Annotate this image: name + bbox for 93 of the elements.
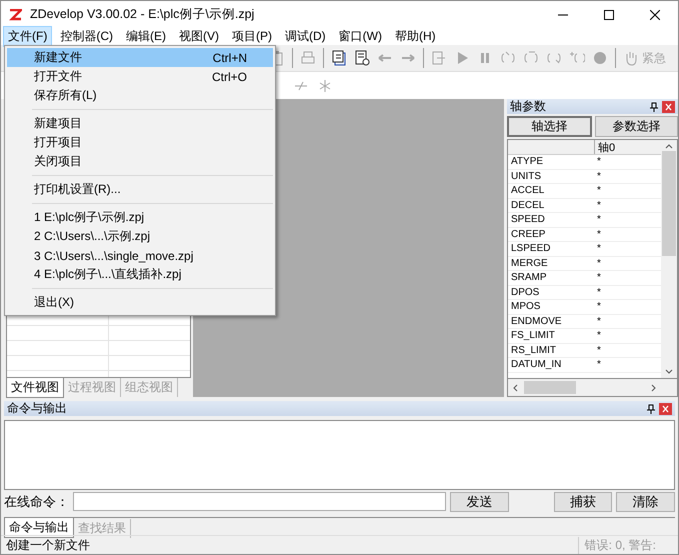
parameter-value: * xyxy=(596,228,601,240)
pin-icon[interactable] xyxy=(650,102,658,112)
parameter-name: DATUM_IN xyxy=(510,359,562,370)
menu-item[interactable]: 新建文件 Ctrl+N xyxy=(7,48,273,67)
menu-item-label: 退出(X) xyxy=(34,294,75,311)
menu-item-label: 打印机设置(R)... xyxy=(34,181,122,198)
menu-item[interactable]: 4 E:\plc例子\...\直线插补.zpj xyxy=(7,265,273,284)
parameter-name: LSPEED xyxy=(510,243,552,254)
parameter-value: * xyxy=(596,243,601,254)
parameter-name: FS_LIMIT xyxy=(510,330,556,342)
maximize-icon xyxy=(604,10,614,20)
menu-item[interactable]: 窗口(W) xyxy=(334,26,387,47)
parameter-value: * xyxy=(596,272,601,284)
parameter-name: SPEED xyxy=(510,214,546,226)
panel-title: 轴参数 xyxy=(510,98,547,115)
menu-item-label: 打开项目 xyxy=(34,134,83,151)
output-tab[interactable]: 命令与输出 xyxy=(4,518,74,538)
scroll-up-icon[interactable] xyxy=(665,143,673,149)
menu-item[interactable]: 新建项目 xyxy=(7,114,273,133)
menu-item-label: 关闭项目 xyxy=(34,153,83,170)
menu-item-label: 1 E:\plc例子\示例.zpj xyxy=(34,209,146,226)
menu-item[interactable]: 退出(X) xyxy=(7,293,273,312)
window-title: ZDevelop V3.00.02 - E:\plc例子\示例.zpj xyxy=(30,6,256,23)
parameter-name: ATYPE xyxy=(510,156,544,168)
clear-button[interactable]: 清除 xyxy=(616,492,675,512)
parameter-value: * xyxy=(596,301,601,312)
axis-select-button[interactable]: 轴选择 xyxy=(507,116,592,137)
menu-item-label: 新建项目 xyxy=(34,115,83,132)
parameter-name: UNITS xyxy=(510,170,542,182)
command-label: 在线命令： xyxy=(4,492,69,510)
close-icon[interactable] xyxy=(662,100,675,112)
close-icon xyxy=(650,10,660,20)
parameter-name: MERGE xyxy=(510,258,549,269)
menu-item-label: 保存所有(L) xyxy=(34,87,98,104)
parameter-name: CREEP xyxy=(510,228,546,240)
menu-item[interactable]: 打开文件 Ctrl+O xyxy=(7,67,273,86)
status-message: 创建一个新文件 xyxy=(6,536,91,554)
vertical-scrollbar[interactable] xyxy=(661,140,677,378)
menu-item[interactable]: 项目(P) xyxy=(227,26,277,47)
parameter-value: * xyxy=(596,359,601,370)
menu-item-label: 新建文件 xyxy=(34,49,83,66)
parameter-value: * xyxy=(596,330,601,342)
close-icon[interactable] xyxy=(659,402,672,414)
doc-gear-icon[interactable] xyxy=(354,50,370,66)
menu-item[interactable]: 文件(F) xyxy=(3,26,52,47)
menu-item[interactable]: 打开项目 xyxy=(7,133,273,152)
parameter-name: SRAMP xyxy=(510,272,548,284)
scroll-left-icon[interactable] xyxy=(512,384,518,392)
parameter-value: * xyxy=(596,214,601,226)
scroll-right-icon[interactable] xyxy=(651,384,657,392)
axis-select-button[interactable]: 参数选择 xyxy=(595,116,678,137)
parameter-name: DECEL xyxy=(510,200,546,211)
shortcut-label: Ctrl+O xyxy=(212,70,247,84)
menu-item[interactable]: 2 C:\Users\...\示例.zpj xyxy=(7,227,273,246)
error-count: 错误: 0, 警告: xyxy=(578,536,678,554)
horizontal-scrollbar[interactable] xyxy=(507,379,678,397)
parameter-value: * xyxy=(596,156,601,168)
menu-item-label: 3 C:\Users\...\single_move.zpj xyxy=(34,248,194,262)
menu-item-label: 4 E:\plc例子\...\直线插补.zpj xyxy=(34,266,182,283)
view-tab[interactable]: 文件视图 xyxy=(6,378,64,398)
parameter-name: ENDMOVE xyxy=(510,316,563,327)
table-header: 轴0 xyxy=(595,140,661,154)
parameter-value: * xyxy=(596,185,601,196)
menu-item-label: 打开文件 xyxy=(34,68,83,85)
send-button[interactable]: 发送 xyxy=(450,492,509,512)
capture-button[interactable]: 捕获 xyxy=(554,492,612,512)
menu-item[interactable]: 帮助(H) xyxy=(390,26,441,47)
command-field[interactable] xyxy=(73,492,446,511)
menu-item-label: 2 C:\Users\...\示例.zpj xyxy=(34,228,152,245)
menu-item[interactable]: 保存所有(L) xyxy=(7,86,273,105)
menu-item[interactable]: 控制器(C) xyxy=(55,26,118,47)
menu-item[interactable]: 编辑(E) xyxy=(121,26,171,47)
parameter-value: * xyxy=(596,170,601,182)
menu-item[interactable]: 关闭项目 xyxy=(7,152,273,171)
logo-icon xyxy=(9,8,22,20)
menu-item[interactable]: 调试(D) xyxy=(280,26,331,47)
pin-icon[interactable] xyxy=(647,404,655,414)
parameter-value: * xyxy=(596,258,601,269)
scroll-down-icon[interactable] xyxy=(665,369,673,375)
menu-item[interactable]: 打印机设置(R)... xyxy=(7,180,273,199)
menu-item[interactable]: 1 E:\plc例子\示例.zpj xyxy=(7,208,273,227)
shortcut-label: Ctrl+N xyxy=(212,50,247,64)
parameter-value: * xyxy=(596,316,601,327)
menu-item[interactable]: 3 C:\Users\...\single_move.zpj xyxy=(7,246,273,265)
parameter-name: RS_LIMIT xyxy=(510,344,558,356)
parameter-value: * xyxy=(596,344,601,356)
menu-item[interactable]: 视图(V) xyxy=(174,26,224,47)
parameter-value: * xyxy=(596,200,601,211)
parameter-name: MPOS xyxy=(510,301,542,312)
parameter-name: ACCEL xyxy=(510,185,546,196)
parameter-value: * xyxy=(596,286,601,298)
parameter-name: DPOS xyxy=(510,286,540,298)
panel-title: 命令与输出 xyxy=(7,400,68,417)
